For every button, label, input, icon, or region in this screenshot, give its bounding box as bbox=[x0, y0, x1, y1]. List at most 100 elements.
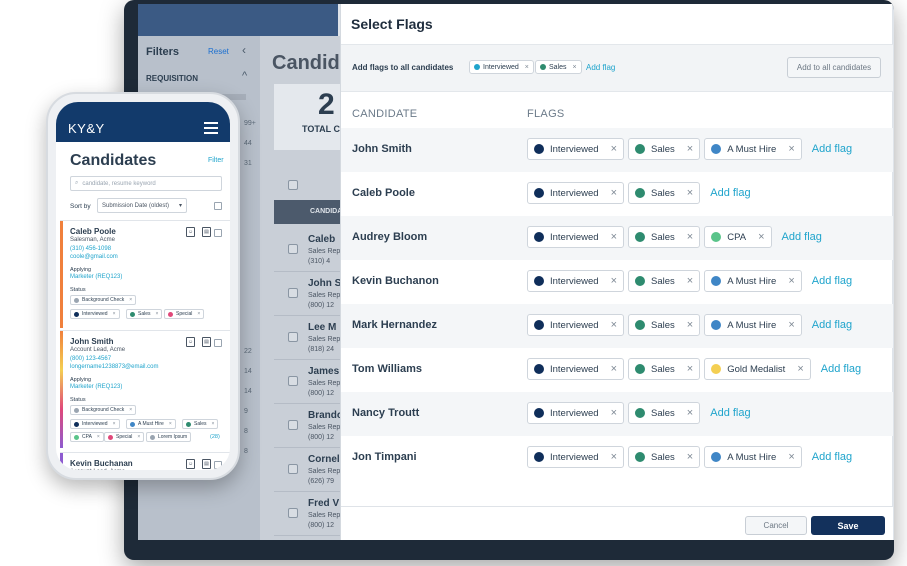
filter-count: 8 bbox=[244, 428, 248, 435]
remove-flag-icon[interactable]: × bbox=[611, 275, 617, 287]
remove-icon[interactable]: × bbox=[169, 421, 172, 427]
add-flag-link[interactable]: Add flag bbox=[782, 231, 822, 243]
resume-icon[interactable]: ▤ bbox=[202, 337, 211, 347]
sort-select[interactable]: Submission Date (oldest) ▾ bbox=[97, 198, 187, 213]
row-checkbox[interactable] bbox=[288, 332, 298, 342]
remove-icon[interactable]: × bbox=[156, 311, 159, 317]
bulk-add-flag-link[interactable]: Add flag bbox=[586, 63, 615, 72]
remove-flag-icon[interactable]: × bbox=[687, 451, 693, 463]
remove-flag-icon[interactable]: × bbox=[687, 319, 693, 331]
card-checkbox[interactable] bbox=[214, 229, 222, 237]
candidate-card[interactable]: John Smith Account Lead, Acme (800) 123-… bbox=[60, 330, 230, 448]
card-checkbox[interactable] bbox=[214, 339, 222, 347]
add-flag-link[interactable]: Add flag bbox=[821, 363, 861, 375]
filters-reset-link[interactable]: Reset bbox=[208, 47, 229, 56]
add-flag-link[interactable]: Add flag bbox=[710, 407, 750, 419]
remove-icon[interactable]: × bbox=[197, 311, 200, 317]
select-all-checkbox[interactable] bbox=[288, 180, 298, 190]
resume-icon[interactable]: ▤ bbox=[202, 459, 211, 469]
candidate-role: Account Lead, Acme bbox=[70, 347, 126, 353]
candidate-card[interactable]: Caleb Poole Salesman, Acme (310) 456-109… bbox=[60, 220, 230, 328]
remove-flag-icon[interactable]: × bbox=[797, 363, 803, 375]
profile-icon[interactable]: ☺ bbox=[186, 459, 195, 469]
remove-flag-icon[interactable]: × bbox=[687, 187, 693, 199]
applying-link[interactable]: Marketer (REQ123) bbox=[70, 274, 122, 280]
candidate-phone[interactable]: (310) 456-1098 bbox=[70, 246, 111, 252]
remove-icon[interactable]: × bbox=[129, 297, 132, 303]
remove-flag-icon[interactable]: × bbox=[788, 275, 794, 287]
flag-chip: Sales × bbox=[628, 358, 701, 380]
candidate-email[interactable]: longername1238873@email.com bbox=[70, 364, 158, 370]
select-all-checkbox[interactable] bbox=[214, 202, 222, 210]
sort-value: Submission Date (oldest) bbox=[102, 202, 170, 209]
remove-icon[interactable]: × bbox=[525, 64, 529, 71]
remove-flag-icon[interactable]: × bbox=[788, 143, 794, 155]
filter-count: 8 bbox=[244, 448, 248, 455]
remove-icon[interactable]: × bbox=[129, 407, 132, 413]
add-flag-link[interactable]: Add flag bbox=[710, 187, 750, 199]
flag-chip: Sales × bbox=[628, 402, 701, 424]
flag-dot-icon bbox=[635, 452, 646, 462]
add-flag-link[interactable]: Add flag bbox=[812, 143, 852, 155]
chevron-up-icon[interactable]: ^ bbox=[242, 70, 247, 82]
card-checkbox[interactable] bbox=[214, 461, 222, 469]
add-flag-link[interactable]: Add flag bbox=[812, 451, 852, 463]
remove-flag-icon[interactable]: × bbox=[687, 143, 693, 155]
remove-flag-icon[interactable]: × bbox=[758, 231, 764, 243]
remove-flag-icon[interactable]: × bbox=[611, 451, 617, 463]
remove-flag-icon[interactable]: × bbox=[611, 363, 617, 375]
more-tags-count[interactable]: (28) bbox=[210, 434, 220, 440]
remove-flag-icon[interactable]: × bbox=[687, 363, 693, 375]
remove-flag-icon[interactable]: × bbox=[788, 319, 794, 331]
remove-flag-icon[interactable]: × bbox=[687, 275, 693, 287]
profile-icon[interactable]: ☺ bbox=[186, 227, 195, 237]
flag-chip: Sales × bbox=[628, 138, 701, 160]
remove-icon[interactable]: × bbox=[97, 434, 100, 440]
filter-count: 9 bbox=[244, 408, 248, 415]
hamburger-menu-icon[interactable] bbox=[204, 122, 218, 137]
save-button[interactable]: Save bbox=[811, 516, 885, 535]
remove-icon[interactable]: × bbox=[573, 64, 577, 71]
remove-icon[interactable]: × bbox=[212, 421, 215, 427]
add-to-all-button[interactable]: Add to all candidates bbox=[787, 57, 881, 78]
status-tag: Sales × bbox=[126, 309, 163, 319]
remove-flag-icon[interactable]: × bbox=[611, 231, 617, 243]
add-flag-link[interactable]: Add flag bbox=[812, 275, 852, 287]
profile-icon[interactable]: ☺ bbox=[186, 337, 195, 347]
remove-flag-icon[interactable]: × bbox=[611, 319, 617, 331]
row-checkbox[interactable] bbox=[288, 508, 298, 518]
flag-chip: Interviewed × bbox=[527, 314, 625, 336]
flag-dot-icon bbox=[635, 364, 646, 374]
remove-icon[interactable]: × bbox=[137, 434, 140, 440]
filter-link[interactable]: Filter bbox=[208, 157, 224, 164]
candidate-card[interactable]: Kevin Buchanan Account Lead, Acme ☺▤ bbox=[60, 452, 230, 470]
row-checkbox[interactable] bbox=[288, 288, 298, 298]
search-input[interactable]: ⌕ candidate, resume keyword bbox=[70, 176, 222, 191]
bulk-flag-label: Sales bbox=[549, 63, 567, 71]
remove-icon[interactable]: × bbox=[113, 421, 116, 427]
remove-flag-icon[interactable]: × bbox=[611, 143, 617, 155]
row-checkbox[interactable] bbox=[288, 244, 298, 254]
candidate-email[interactable]: coole@gmail.com bbox=[70, 254, 118, 260]
applying-link[interactable]: Marketer (REQ123) bbox=[70, 384, 122, 390]
remove-flag-icon[interactable]: × bbox=[788, 451, 794, 463]
flag-label: Interviewed bbox=[550, 187, 599, 199]
row-checkbox[interactable] bbox=[288, 376, 298, 386]
tag-label: Sales bbox=[138, 311, 151, 317]
cancel-button[interactable]: Cancel bbox=[745, 516, 807, 535]
resume-icon[interactable]: ▤ bbox=[202, 227, 211, 237]
candidate-phone[interactable]: (800) 123-4567 bbox=[70, 356, 111, 362]
remove-icon[interactable]: × bbox=[113, 311, 116, 317]
remove-flag-icon[interactable]: × bbox=[611, 407, 617, 419]
row-checkbox[interactable] bbox=[288, 420, 298, 430]
remove-flag-icon[interactable]: × bbox=[687, 407, 693, 419]
add-flag-link[interactable]: Add flag bbox=[812, 319, 852, 331]
candidate-name: Nancy Troutt bbox=[352, 407, 420, 419]
chevron-left-icon[interactable]: ‹ bbox=[242, 43, 246, 57]
remove-flag-icon[interactable]: × bbox=[687, 231, 693, 243]
candidate-flag-row: Kevin Buchanon Interviewed × Sales × A Must H… bbox=[341, 260, 893, 304]
remove-flag-icon[interactable]: × bbox=[611, 187, 617, 199]
filter-count: 44 bbox=[244, 140, 252, 147]
candidate-flag-row: Nancy Troutt Interviewed × Sales × Add flag bbox=[341, 392, 893, 436]
row-checkbox[interactable] bbox=[288, 464, 298, 474]
